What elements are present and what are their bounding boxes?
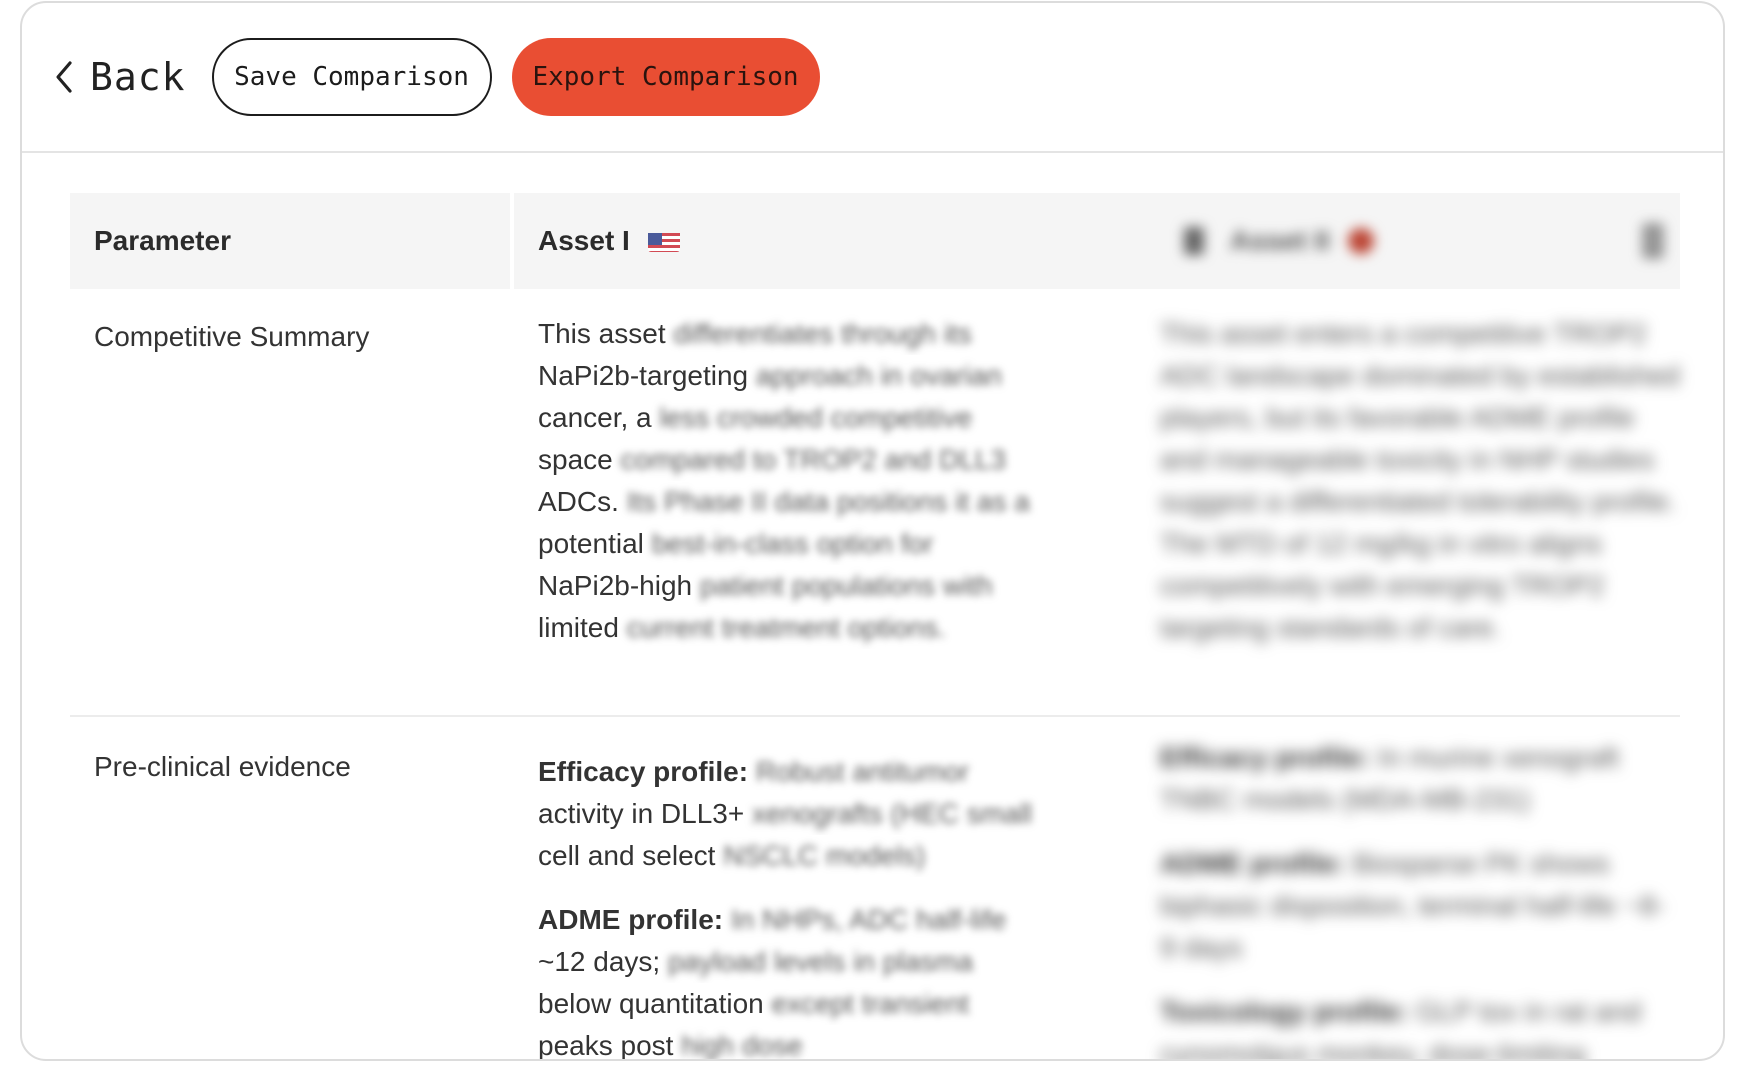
asset-2-preclinical: Efficacy profile: In murine xenograft TN… bbox=[1160, 737, 1680, 1059]
paragraph: ADME profile: Biosparse PK shows biphasi… bbox=[1160, 843, 1680, 969]
text-line: below quantitation except transient bbox=[538, 983, 1078, 1025]
text-blurred: patient populations with bbox=[699, 570, 993, 601]
paragraph: Toxicology profile: GLP tox in rat and c… bbox=[1160, 991, 1680, 1059]
text-blurred: best-in-class option for bbox=[651, 528, 934, 559]
comparison-table: Parameter Asset I Asset II Competitive S… bbox=[70, 193, 1680, 1061]
text-blurred: payload levels in plasma bbox=[667, 946, 974, 977]
text-line: ~12 days; payload levels in plasma bbox=[538, 941, 1078, 983]
table-header: Parameter Asset I Asset II bbox=[70, 193, 1680, 289]
text-visible: activity in DLL3+ bbox=[538, 798, 752, 829]
row-label: Competitive Summary bbox=[94, 321, 370, 352]
export-comparison-button[interactable]: Export Comparison bbox=[511, 38, 820, 116]
text-visible: peaks post bbox=[538, 1030, 682, 1061]
text-line: cancer, a less crowded competitive bbox=[538, 397, 1078, 439]
comparison-card: Back Save Comparison Export Comparison P… bbox=[20, 1, 1725, 1061]
text-line: NaPi2b-high patient populations with bbox=[538, 565, 1078, 607]
text-line: limited current treatment options. bbox=[538, 607, 1078, 649]
text-blurred: high dose bbox=[681, 1030, 803, 1061]
text-line: activity in DLL3+ xenografts (HEC small bbox=[538, 793, 1078, 835]
text-line: Efficacy profile: Robust antitumor bbox=[538, 751, 1078, 793]
paragraph-label: Efficacy profile: bbox=[1160, 742, 1371, 773]
text-visible: cell and select bbox=[538, 840, 724, 871]
text-visible: cancer, a bbox=[538, 402, 660, 433]
text-visible: ADME profile: bbox=[538, 904, 724, 935]
paragraph: ADME profile: In NHPs, ADC half-life ~12 … bbox=[538, 899, 1078, 1061]
asset-1-preclinical: Efficacy profile: Robust antitumor activi… bbox=[538, 751, 1078, 1061]
back-label: Back bbox=[90, 55, 186, 99]
text-line: This asset differentiates through its bbox=[538, 313, 1078, 355]
text-blurred: Its Phase II data positions it as a bbox=[626, 486, 1030, 517]
text-visible: Efficacy profile: bbox=[538, 756, 749, 787]
save-comparison-button[interactable]: Save Comparison bbox=[211, 38, 492, 116]
text-blurred: current treatment options. bbox=[626, 612, 946, 643]
text-blurred: In NHPs, ADC half-life bbox=[723, 904, 1007, 935]
text-line: ADCs. Its Phase II data positions it as … bbox=[538, 481, 1078, 523]
table-row: Pre-clinical evidence Efficacy profile: … bbox=[70, 717, 1680, 1061]
table-row: Competitive Summary This asset different… bbox=[70, 289, 1680, 717]
asset-2-summary: This asset enters a competitive TROP2 AD… bbox=[1160, 318, 1680, 643]
text-visible: This asset bbox=[538, 318, 674, 349]
paragraph: Efficacy profile: In murine xenograft TN… bbox=[1160, 737, 1680, 821]
text-blurred: except transient bbox=[771, 988, 970, 1019]
header-parameter: Parameter bbox=[70, 193, 510, 289]
text-blurred: Robust antitumor bbox=[748, 756, 970, 787]
text-blurred: less crowded competitive bbox=[659, 402, 973, 433]
text-visible: space bbox=[538, 444, 621, 475]
text-blurred: differentiates through its bbox=[673, 318, 972, 349]
column-menu-icon[interactable] bbox=[1642, 223, 1664, 259]
row-label: Pre-clinical evidence bbox=[94, 751, 351, 782]
toolbar: Back Save Comparison Export Comparison bbox=[22, 3, 1723, 153]
text-line: NaPi2b-targeting approach in ovarian bbox=[538, 355, 1078, 397]
text-blurred: NSCLC models) bbox=[723, 840, 926, 871]
paragraph-label: ADME profile: bbox=[1160, 848, 1346, 879]
text-line: space compared to TROP2 and DLL3 bbox=[538, 439, 1078, 481]
text-visible: NaPi2b-targeting bbox=[538, 360, 756, 391]
text-line: ADME profile: In NHPs, ADC half-life bbox=[538, 899, 1078, 941]
text-blurred: xenografts (HEC small bbox=[752, 798, 1033, 829]
text-blurred: compared to TROP2 and DLL3 bbox=[620, 444, 1006, 475]
asset-1-summary: This asset differentiates through its NaP… bbox=[538, 313, 1078, 649]
paragraph: Efficacy profile: Robust antitumor activi… bbox=[538, 751, 1078, 877]
header-asset-2-label: Asset II bbox=[1230, 225, 1330, 256]
text-blurred: approach in ovarian bbox=[755, 360, 1002, 391]
header-asset-1-label: Asset I bbox=[538, 225, 630, 256]
flag-icon bbox=[1347, 228, 1374, 254]
text-visible: limited bbox=[538, 612, 627, 643]
text-line: potential best-in-class option for bbox=[538, 523, 1078, 565]
text-visible: NaPi2b-high bbox=[538, 570, 700, 601]
header-asset-2[interactable]: Asset II bbox=[1160, 193, 1680, 289]
text-line: peaks post high dose bbox=[538, 1025, 1078, 1061]
chevron-left-icon bbox=[54, 59, 76, 95]
remove-asset-icon[interactable] bbox=[1184, 227, 1204, 255]
us-flag-icon bbox=[647, 230, 680, 252]
paragraph-label: Toxicology profile: bbox=[1160, 996, 1409, 1027]
back-button[interactable]: Back bbox=[54, 55, 186, 99]
text-visible: below quantitation bbox=[538, 988, 772, 1019]
text-line: cell and select NSCLC models) bbox=[538, 835, 1078, 877]
text-visible: potential bbox=[538, 528, 652, 559]
text-visible: ADCs. bbox=[538, 486, 627, 517]
text-visible: ~12 days; bbox=[538, 946, 668, 977]
